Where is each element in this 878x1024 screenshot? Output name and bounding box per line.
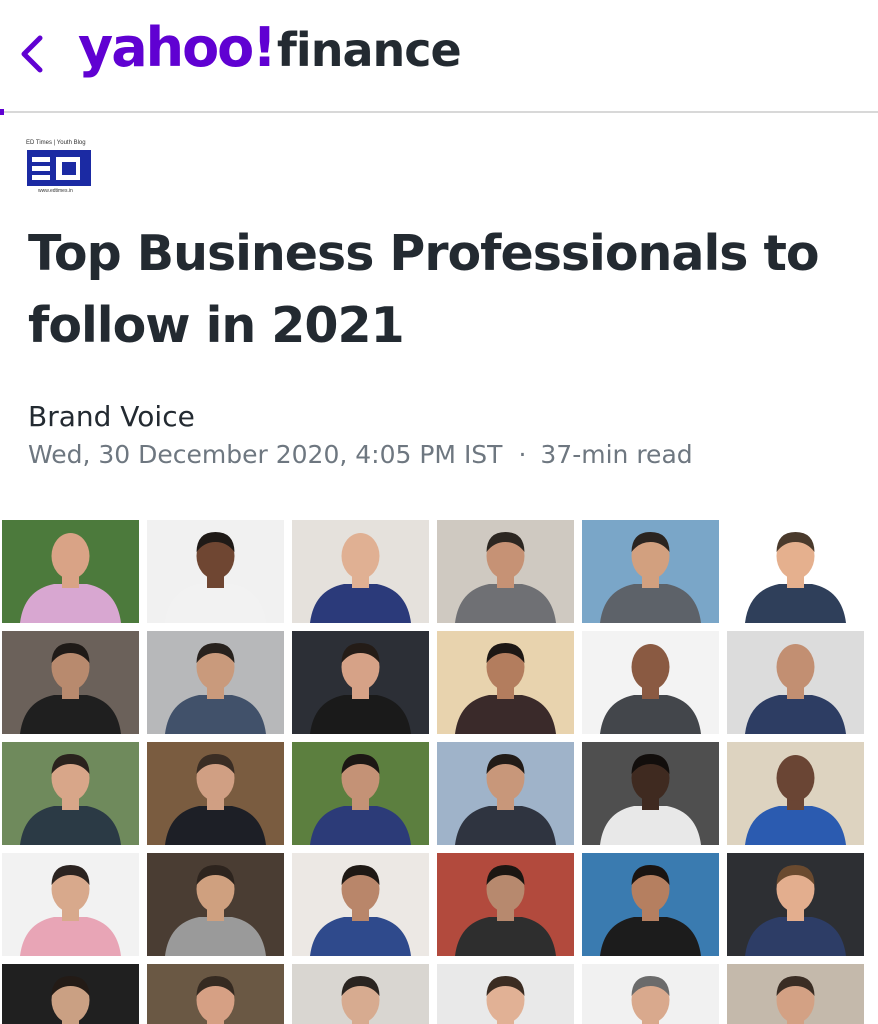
professional-photo[interactable] xyxy=(727,964,864,1024)
professional-photo[interactable] xyxy=(147,964,284,1024)
person-portrait xyxy=(51,976,90,1024)
person-portrait xyxy=(600,644,701,734)
person-portrait xyxy=(165,865,266,956)
person-portrait xyxy=(455,532,556,623)
professional-photo[interactable] xyxy=(727,853,864,956)
professional-photo[interactable] xyxy=(437,853,574,956)
professional-photo[interactable] xyxy=(437,631,574,734)
professional-photo[interactable] xyxy=(582,631,719,734)
person-portrait xyxy=(165,754,266,845)
professional-photo[interactable] xyxy=(582,520,719,623)
person-portrait xyxy=(631,976,670,1024)
professional-photo[interactable] xyxy=(147,520,284,623)
person-portrait xyxy=(455,865,556,956)
publisher-logo[interactable]: ED Times | Youth Blog ED www.edtimes.in xyxy=(26,140,92,196)
professional-photo[interactable] xyxy=(437,964,574,1024)
article-meta: Wed, 30 December 2020, 4:05 PM IST · 37-mi… xyxy=(28,440,693,469)
person-portrait xyxy=(600,865,701,956)
logo-yahoo-text: yahoo! xyxy=(78,16,277,79)
professional-photo[interactable] xyxy=(2,742,139,845)
person-portrait xyxy=(310,865,411,956)
chevron-left-icon[interactable] xyxy=(14,28,50,80)
person-portrait xyxy=(341,976,380,1024)
professional-photo[interactable] xyxy=(292,742,429,845)
publisher-url: www.edtimes.in xyxy=(38,188,73,194)
professional-photo[interactable] xyxy=(437,520,574,623)
person-portrait xyxy=(455,754,556,845)
professional-photo[interactable] xyxy=(147,742,284,845)
professional-photo[interactable] xyxy=(2,853,139,956)
article-title: Top Business Professionals to follow in … xyxy=(28,225,820,354)
person-portrait xyxy=(165,532,266,623)
professionals-photo-grid xyxy=(0,518,878,1024)
person-portrait xyxy=(455,643,556,734)
top-bar: yahoo! finance xyxy=(0,0,878,115)
person-portrait xyxy=(310,754,411,845)
article-date: Wed, 30 December 2020, 4:05 PM IST xyxy=(28,440,503,469)
person-portrait xyxy=(745,755,846,845)
professional-photo[interactable] xyxy=(437,742,574,845)
person-portrait xyxy=(600,532,701,623)
person-portrait xyxy=(20,643,121,734)
person-portrait xyxy=(745,532,846,623)
person-portrait xyxy=(745,865,846,956)
person-portrait xyxy=(600,754,701,845)
person-portrait xyxy=(165,643,266,734)
professional-photo[interactable] xyxy=(292,964,429,1024)
professional-photo[interactable] xyxy=(727,520,864,623)
header-divider xyxy=(0,111,878,113)
person-portrait xyxy=(310,643,411,734)
professional-photo[interactable] xyxy=(2,520,139,623)
professional-photo[interactable] xyxy=(292,631,429,734)
professional-photo[interactable] xyxy=(727,631,864,734)
logo-finance-text: finance xyxy=(276,23,462,77)
person-portrait xyxy=(20,865,121,956)
person-portrait xyxy=(20,754,121,845)
person-portrait xyxy=(310,533,411,623)
person-portrait xyxy=(745,644,846,734)
person-portrait xyxy=(486,976,525,1024)
professional-photo[interactable] xyxy=(582,742,719,845)
person-portrait xyxy=(196,976,235,1024)
publisher-tagline: ED Times | Youth Blog xyxy=(26,140,86,146)
professional-photo[interactable] xyxy=(147,853,284,956)
professional-photo[interactable] xyxy=(727,742,864,845)
professional-photo[interactable] xyxy=(292,853,429,956)
professional-photo[interactable] xyxy=(582,853,719,956)
publisher-mark-icon: ED xyxy=(27,150,91,186)
professional-photo[interactable] xyxy=(147,631,284,734)
person-portrait xyxy=(20,533,121,623)
professional-photo[interactable] xyxy=(2,631,139,734)
article-brand: Brand Voice xyxy=(28,400,195,433)
yahoo-finance-logo[interactable]: yahoo! finance xyxy=(78,16,462,90)
person-portrait xyxy=(776,976,815,1024)
header-divider-accent xyxy=(0,109,4,115)
professional-photo[interactable] xyxy=(2,964,139,1024)
professional-photo[interactable] xyxy=(292,520,429,623)
article-read-time: 37-min read xyxy=(540,440,693,469)
meta-separator: · xyxy=(518,440,527,469)
professional-photo[interactable] xyxy=(582,964,719,1024)
